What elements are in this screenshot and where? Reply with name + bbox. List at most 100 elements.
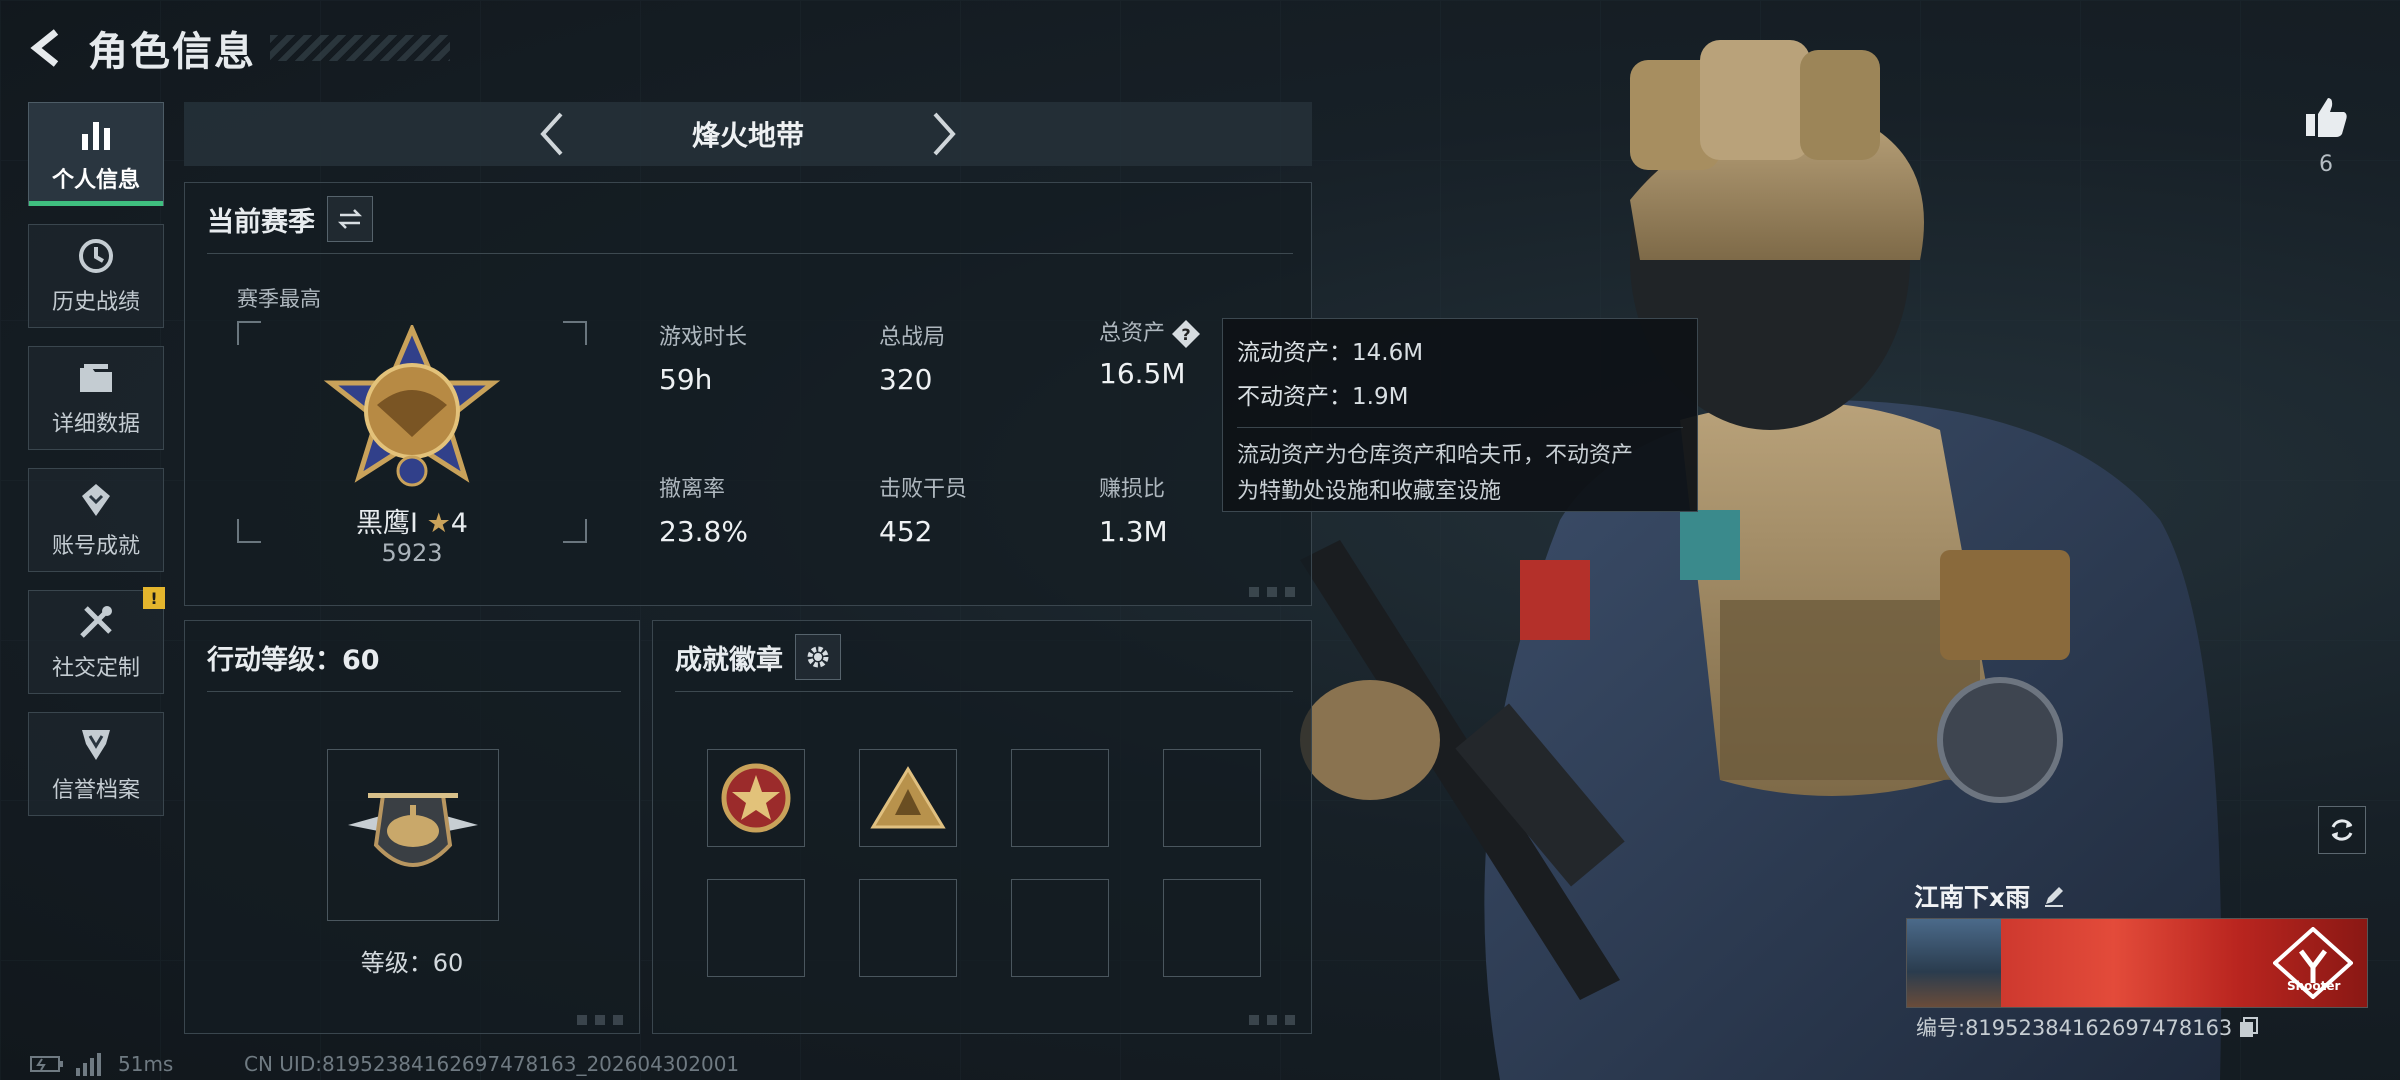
player-banner[interactable]: Shooter: [1906, 918, 2368, 1008]
mode-selector: 烽火地带: [184, 102, 1312, 166]
sidebar-item-label: 账号成就: [51, 534, 140, 559]
achievement-badge-slot-empty[interactable]: [1163, 749, 1261, 847]
edit-pencil-icon[interactable]: [2042, 884, 2066, 908]
signal-icon: [76, 1053, 101, 1076]
swap-arrows-icon: [337, 209, 363, 229]
sidebar-item-personal-info[interactable]: 个人信息: [28, 102, 164, 206]
fixed-assets: 不动资产：1.9M: [1237, 384, 1409, 410]
divider: [1237, 427, 1683, 428]
uid-text: CN UID:81952384162697478163_202604302001: [244, 1052, 740, 1076]
gear-icon: [807, 646, 829, 668]
stat-total-matches: 总战局 320: [879, 325, 946, 396]
helicopter-badge-icon: [348, 793, 478, 867]
banner-avatar: [1907, 919, 2001, 1007]
assets-note-line1: 流动资产为仓库资产和哈夫币，不动资产: [1237, 443, 1634, 468]
level-header: 行动等级：60: [207, 635, 380, 679]
bar-chart-icon: [82, 122, 110, 150]
switch-season-button[interactable]: [327, 196, 373, 242]
sidebar-item-social-custom[interactable]: 社交定制 !: [28, 587, 165, 694]
folder-icon: [80, 364, 112, 392]
divider: [207, 253, 1293, 254]
liquid-assets: 流动资产：14.6M: [1237, 340, 1424, 366]
refresh-icon: [2331, 819, 2353, 841]
stat-play-time: 游戏时长 59h: [659, 325, 748, 396]
corner-decoration: [577, 1015, 631, 1025]
stat-extraction-rate: 撤离率 23.8%: [659, 477, 748, 548]
status-footer: 51ms: [30, 1052, 173, 1076]
prev-mode-arrow-icon[interactable]: [532, 108, 572, 160]
title-decoration: [270, 35, 450, 61]
star-medal-icon: [721, 763, 791, 833]
back-arrow-icon[interactable]: [26, 26, 70, 70]
help-icon[interactable]: ?: [1171, 319, 1201, 349]
latency: 51ms: [118, 1052, 174, 1076]
stat-profit-loss: 赚损比 1.3M: [1099, 477, 1168, 548]
achievements-header: 成就徽章: [675, 634, 841, 680]
player-name-row: 江南下x雨: [1914, 878, 2066, 914]
rank-stars: 4: [450, 508, 468, 539]
stat-operators-defeated: 击败干员 452: [879, 477, 968, 548]
season-title: 当前赛季: [207, 206, 315, 238]
rank-name-row: 黑鹰I ★4: [237, 501, 587, 540]
sidebar-item-label: 社交定制: [51, 656, 140, 681]
assets-tooltip: 流动资产：14.6M 不动资产：1.9M 流动资产为仓库资产和哈夫币，不动资产 …: [1222, 318, 1698, 512]
rank-score: 5923: [381, 539, 443, 567]
tools-icon: [80, 606, 112, 638]
season-header: 当前赛季: [207, 196, 373, 242]
player-name: 江南下x雨: [1914, 883, 2031, 912]
sidebar-item-label: 历史战绩: [51, 290, 140, 315]
page-header: 角色信息: [26, 20, 450, 76]
sidebar-item-credit-record[interactable]: 信誉档案: [28, 712, 164, 816]
level-title: 行动等级：60: [207, 644, 380, 676]
rank-name: 黑鹰I: [356, 508, 418, 539]
achievement-badge-slot-empty[interactable]: [1163, 879, 1261, 977]
sidebar-item-label: 个人信息: [51, 168, 140, 193]
corner-decoration: [1249, 587, 1303, 597]
sidebar-item-label: 详细数据: [51, 412, 140, 437]
next-mode-arrow-icon[interactable]: [924, 108, 964, 160]
sidebar-nav: 个人信息 历史战绩 详细数据 账号成就 社交定制 ! 信誉档案: [28, 102, 166, 834]
achievements-title: 成就徽章: [675, 644, 783, 676]
achievements-panel: 成就徽章: [652, 620, 1312, 1034]
achievement-icon: [82, 484, 110, 516]
assets-note-line2: 为特勤处设施和收藏室设施: [1237, 479, 1502, 504]
season-panel: 当前赛季 赛季最高 黑鹰I ★4 5923 游戏时长 59h 总战局 320 总…: [184, 182, 1312, 606]
mode-title: 烽火地带: [691, 119, 804, 152]
divider: [207, 691, 621, 692]
copy-icon[interactable]: [2238, 1016, 2260, 1038]
notification-badge: !: [143, 587, 165, 609]
svg-text:?: ?: [1181, 325, 1190, 344]
achievement-badge-slot-empty[interactable]: [859, 879, 957, 977]
rank-emblem-icon: [323, 325, 501, 487]
level-badge[interactable]: [327, 749, 499, 921]
stat-total-assets: 总资产? 16.5M: [1099, 315, 1201, 390]
achievement-badge-slot[interactable]: [859, 749, 957, 847]
sidebar-item-detailed-data[interactable]: 详细数据: [28, 346, 164, 450]
divider: [675, 691, 1293, 692]
achievement-badge-slot[interactable]: [707, 749, 805, 847]
level-label: 等级：60: [360, 949, 464, 977]
season-best-label: 赛季最高: [237, 287, 321, 311]
like-count: 6: [2319, 152, 2333, 177]
player-id-row: 编号:81952384162697478163: [1916, 1012, 2260, 1042]
history-clock-icon: [79, 239, 113, 273]
refresh-button[interactable]: [2318, 806, 2366, 854]
sidebar-item-history[interactable]: 历史战绩: [28, 224, 164, 328]
shield-credit-icon: [82, 730, 110, 760]
battery-icon: [30, 1056, 63, 1072]
player-id: 编号:81952384162697478163: [1916, 1016, 2233, 1040]
thumbs-up-icon[interactable]: [2302, 94, 2350, 142]
like-block: 6: [2296, 94, 2356, 177]
sidebar-item-label: 信誉档案: [51, 778, 140, 803]
triangle-emblem-icon: [870, 766, 946, 829]
banner-script-text: Shooter: [2287, 979, 2341, 993]
corner-decoration: [1249, 1015, 1303, 1025]
achievement-badge-slot-empty[interactable]: [1011, 879, 1109, 977]
achievement-badge-slot-empty[interactable]: [707, 879, 805, 977]
page-title: 角色信息: [88, 29, 256, 75]
achievement-badge-slot-empty[interactable]: [1011, 749, 1109, 847]
level-panel: 行动等级：60 等级：60: [184, 620, 640, 1034]
achievements-settings-button[interactable]: [795, 634, 841, 680]
rank-star-icon: ★: [426, 508, 451, 539]
sidebar-item-achievements[interactable]: 账号成就: [28, 468, 164, 572]
